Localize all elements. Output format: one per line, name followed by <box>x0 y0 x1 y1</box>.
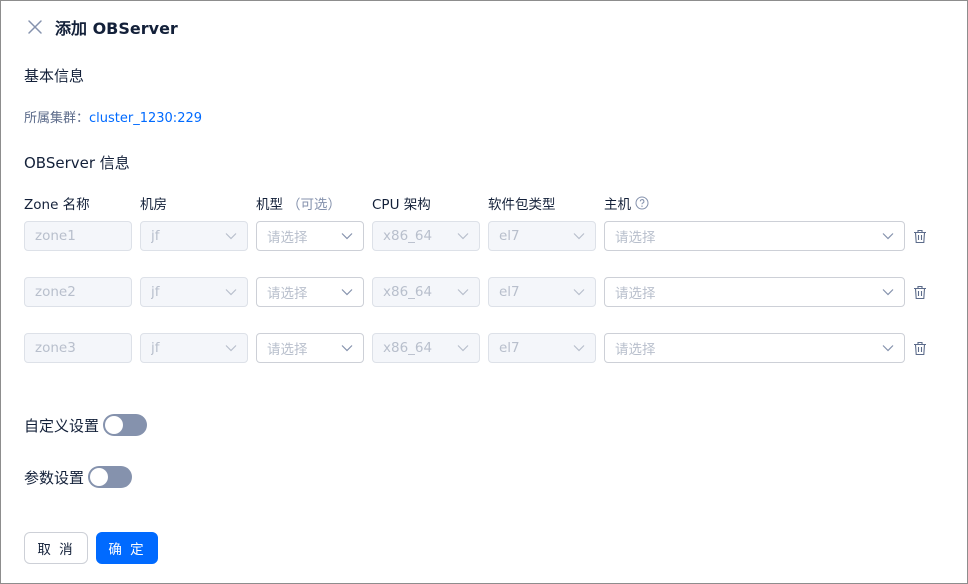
cpu-arch-value: x86_64 <box>383 228 433 244</box>
package-type-select[interactable]: el7 <box>488 221 596 251</box>
zone-input[interactable]: zone3 <box>24 333 132 363</box>
idc-select[interactable]: jf <box>140 333 248 363</box>
col-zone-name: Zone 名称 <box>24 197 90 213</box>
host-placeholder: 请选择 <box>615 286 656 302</box>
zone-input[interactable]: zone2 <box>24 277 132 307</box>
col-package-type: 软件包类型 <box>488 197 556 213</box>
panel-header: 添加 OBServer <box>25 15 178 39</box>
confirm-button[interactable]: 确 定 <box>96 532 158 564</box>
page-title: 添加 OBServer <box>55 19 178 38</box>
package-type-select[interactable]: el7 <box>488 333 596 363</box>
zone-value: zone1 <box>35 228 76 244</box>
model-select[interactable]: 请选择 <box>256 277 364 307</box>
host-placeholder: 请选择 <box>615 230 656 246</box>
cluster-info: 所属集群：cluster_1230:229 <box>24 107 202 126</box>
idc-value: jf <box>151 228 160 244</box>
idc-select[interactable]: jf <box>140 221 248 251</box>
model-placeholder: 请选择 <box>267 230 308 246</box>
cluster-link[interactable]: cluster_1230:229 <box>89 111 202 126</box>
col-cpu-arch: CPU 架构 <box>372 197 431 213</box>
col-host: 主机 <box>604 193 649 213</box>
model-placeholder: 请选择 <box>267 342 308 358</box>
chevron-down-icon <box>225 286 237 298</box>
host-placeholder: 请选择 <box>615 342 656 358</box>
model-placeholder: 请选择 <box>267 286 308 302</box>
cpu-arch-select[interactable]: x86_64 <box>372 221 480 251</box>
chevron-down-icon <box>341 286 353 298</box>
col-model-optional: （可选） <box>287 197 341 213</box>
cpu-arch-select[interactable]: x86_64 <box>372 333 480 363</box>
param-settings-toggle[interactable] <box>88 466 133 488</box>
col-model-label: 机型 <box>256 197 283 213</box>
observer-info-title: OBServer 信息 <box>24 154 130 172</box>
cpu-arch-value: x86_64 <box>383 340 433 356</box>
delete-row-icon[interactable] <box>912 228 928 244</box>
idc-value: jf <box>151 284 160 300</box>
add-observer-panel: 添加 OBServer 基本信息 所属集群：cluster_1230:229 O… <box>0 0 968 584</box>
host-select[interactable]: 请选择 <box>604 277 905 307</box>
toggle-knob <box>105 416 124 434</box>
chevron-down-icon <box>341 230 353 242</box>
package-type-value: el7 <box>499 340 520 356</box>
chevron-down-icon <box>882 230 894 242</box>
package-type-value: el7 <box>499 284 520 300</box>
chevron-down-icon <box>457 230 469 242</box>
param-settings-label: 参数设置 <box>24 468 85 487</box>
close-icon[interactable] <box>25 17 45 37</box>
custom-settings-label: 自定义设置 <box>24 416 100 435</box>
chevron-down-icon <box>225 230 237 242</box>
zone-input[interactable]: zone1 <box>24 221 132 251</box>
host-select[interactable]: 请选择 <box>604 333 905 363</box>
chevron-down-icon <box>225 342 237 354</box>
package-type-select[interactable]: el7 <box>488 277 596 307</box>
model-select[interactable]: 请选择 <box>256 221 364 251</box>
chevron-down-icon <box>573 286 585 298</box>
chevron-down-icon <box>341 342 353 354</box>
package-type-value: el7 <box>499 228 520 244</box>
chevron-down-icon <box>457 286 469 298</box>
cancel-button[interactable]: 取 消 <box>24 532 88 564</box>
cpu-arch-value: x86_64 <box>383 284 433 300</box>
zone-value: zone3 <box>35 340 76 356</box>
model-select[interactable]: 请选择 <box>256 333 364 363</box>
col-idc: 机房 <box>140 197 167 213</box>
chevron-down-icon <box>457 342 469 354</box>
chevron-down-icon <box>573 230 585 242</box>
host-select[interactable]: 请选择 <box>604 221 905 251</box>
delete-row-icon[interactable] <box>912 340 928 356</box>
chevron-down-icon <box>573 342 585 354</box>
cluster-label: 所属集群： <box>24 111 90 126</box>
zone-value: zone2 <box>35 284 76 300</box>
delete-row-icon[interactable] <box>912 284 928 300</box>
help-icon[interactable] <box>635 196 649 210</box>
chevron-down-icon <box>882 286 894 298</box>
idc-select[interactable]: jf <box>140 277 248 307</box>
toggle-knob <box>90 468 109 486</box>
custom-settings-row: 自定义设置 <box>24 414 148 436</box>
custom-settings-toggle[interactable] <box>103 414 148 436</box>
col-host-label: 主机 <box>604 197 631 213</box>
chevron-down-icon <box>882 342 894 354</box>
basic-info-title: 基本信息 <box>24 67 85 85</box>
cpu-arch-select[interactable]: x86_64 <box>372 277 480 307</box>
col-model: 机型 （可选） <box>256 193 341 213</box>
param-settings-row: 参数设置 <box>24 466 133 488</box>
idc-value: jf <box>151 340 160 356</box>
